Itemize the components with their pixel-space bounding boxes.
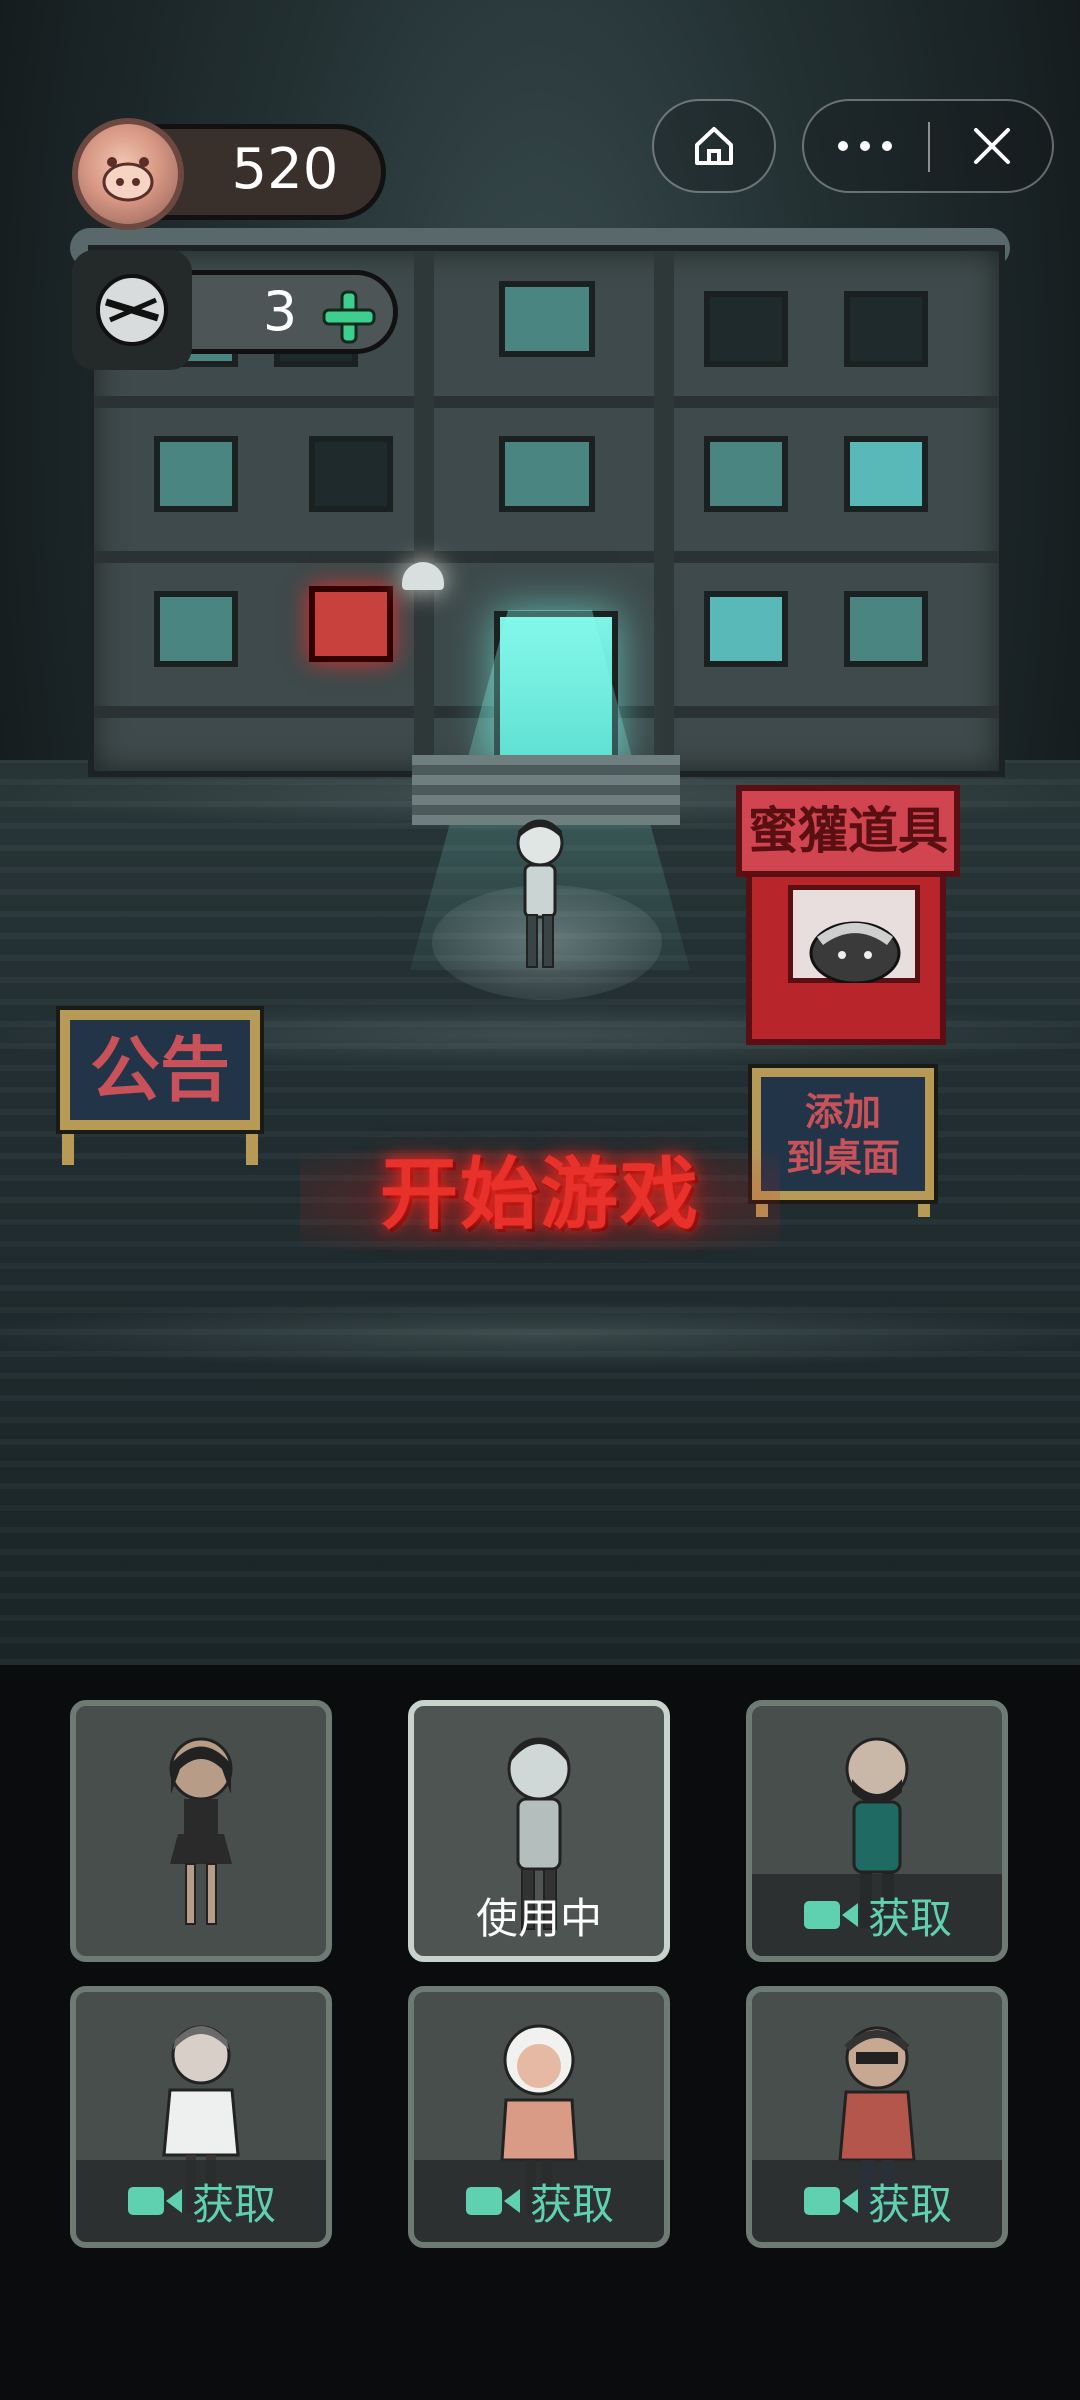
start-game-button[interactable]: 开始游戏 <box>300 1140 780 1250</box>
puzzle-value: 3 <box>262 280 298 343</box>
more-icon <box>838 141 892 151</box>
video-icon <box>465 2187 520 2215</box>
get-button[interactable]: 获取 <box>752 1874 1002 1956</box>
notice-label[interactable]: 公告 <box>60 1018 260 1122</box>
notice-post <box>246 1125 258 1165</box>
window-silhouettes <box>704 591 788 667</box>
character-card-2[interactable]: 使用中 <box>408 1700 670 1962</box>
character-card-5[interactable]: 获取 <box>408 1986 670 2248</box>
video-icon <box>127 2187 182 2215</box>
game-scene: 520 3 公告 蜜獾道具 添加 到桌面 开始游戏 <box>0 0 1080 1665</box>
close-icon <box>974 128 1010 164</box>
window <box>154 436 238 512</box>
window <box>499 281 595 357</box>
shop-sign[interactable]: 蜜獾道具 <box>736 785 960 877</box>
fog-layer <box>0 1300 1080 1370</box>
window <box>154 591 238 667</box>
get-label: 获取 <box>529 2179 614 2229</box>
puzzle-piece-icon <box>72 250 192 370</box>
get-button[interactable]: 获取 <box>76 2160 326 2242</box>
player-character[interactable] <box>505 815 575 975</box>
video-icon <box>803 1901 858 1929</box>
character-status-label: 使用中 <box>414 1874 664 1956</box>
plus-icon[interactable] <box>320 288 378 346</box>
badger-icon <box>809 921 901 983</box>
window <box>704 291 788 367</box>
coin-value: 520 <box>231 137 339 202</box>
window <box>844 591 928 667</box>
window <box>309 436 393 512</box>
get-button[interactable]: 获取 <box>752 2160 1002 2242</box>
get-label: 获取 <box>867 2179 952 2229</box>
get-label: 获取 <box>867 1893 952 1943</box>
character-card-6[interactable]: 获取 <box>746 1986 1008 2248</box>
pig-coin-icon <box>72 118 184 230</box>
window-silhouette <box>844 436 928 512</box>
home-icon <box>695 127 733 165</box>
add-to-desktop-line1: 添加 <box>804 1090 881 1134</box>
more-button[interactable] <box>802 99 928 193</box>
get-label: 获取 <box>191 2179 276 2229</box>
close-button[interactable] <box>930 99 1054 193</box>
video-icon <box>803 2187 858 2215</box>
home-button[interactable] <box>652 99 776 193</box>
character-card-3[interactable]: 获取 <box>746 1700 1008 1962</box>
character-card-1[interactable] <box>70 1700 332 1962</box>
red-window-ghost <box>309 586 393 662</box>
window <box>499 436 595 512</box>
girl-character-icon <box>169 1737 233 1925</box>
notice-post <box>62 1125 74 1165</box>
window <box>704 436 788 512</box>
get-button[interactable]: 获取 <box>414 2160 664 2242</box>
in-use-label: 使用中 <box>475 1893 602 1943</box>
character-card-4[interactable]: 获取 <box>70 1986 332 2248</box>
window <box>844 291 928 367</box>
